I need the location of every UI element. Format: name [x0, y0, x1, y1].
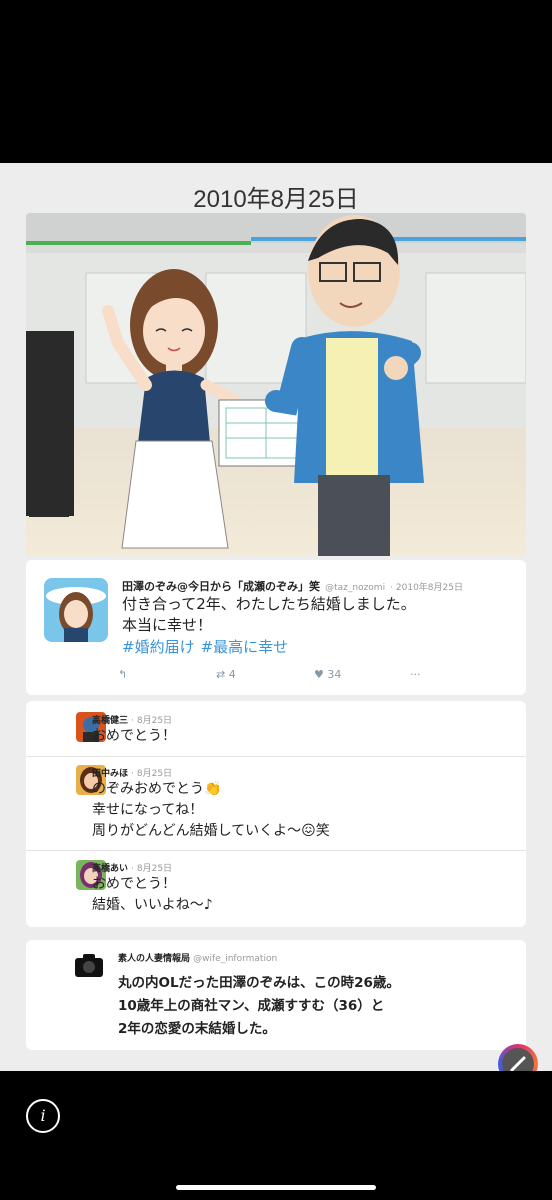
story-page: 2010年8月25日 田澤のぞみ@今日から「成瀬のぞみ」笑 @taz_nozom…: [0, 163, 552, 1071]
reply-date: · 8月25日: [131, 864, 173, 874]
tweet-actions: ↰ ⇄ 4 ♥ 34 ···: [118, 668, 421, 688]
home-indicator[interactable]: [176, 1185, 376, 1190]
info-name[interactable]: 素人の人妻情報局: [118, 954, 190, 964]
info-card: 素人の人妻情報局 @wife_information 丸の内OLだった田澤のぞみ…: [26, 940, 526, 1050]
reply-header: 高橋健三 · 8月25日: [92, 713, 172, 726]
tweet-text-line: 本当に幸せ！: [122, 616, 213, 634]
tweet-card[interactable]: 田澤のぞみ@今日から「成瀬のぞみ」笑 @taz_nozomi · 2010年8月…: [26, 560, 526, 695]
like-button[interactable]: ♥ 34: [314, 668, 341, 681]
reply-line: 結婚、いいよね〜♪: [92, 897, 213, 913]
hashtag-link[interactable]: #婚約届け: [122, 638, 195, 656]
reply-name[interactable]: 田中みほ: [92, 769, 128, 779]
more-icon[interactable]: ···: [410, 668, 421, 681]
reply-name[interactable]: 高橋あい: [92, 864, 128, 874]
info-line: 2年の恋愛の末結婚した。: [118, 1021, 276, 1037]
heart-icon: ♥: [314, 668, 324, 681]
tweet-avatar[interactable]: [44, 578, 108, 642]
reply-line: 幸せになってね！: [92, 802, 204, 818]
divider: [26, 850, 526, 851]
retweet-count: 4: [228, 668, 236, 681]
tweet-text-line: 付き合って2年、わたしたち結婚しました。: [122, 595, 416, 613]
retweet-button[interactable]: ⇄ 4: [216, 668, 236, 681]
wedding-illustration: [26, 213, 526, 556]
reply-name[interactable]: 高橋健三: [92, 716, 128, 726]
reply-header: 田中みほ · 8月25日: [92, 766, 172, 779]
info-line: 丸の内OLだった田澤のぞみは、この時26歳。: [118, 975, 400, 991]
retweet-icon: ⇄: [216, 668, 226, 681]
like-count: 34: [327, 668, 342, 681]
info-handle[interactable]: @wife_information: [193, 954, 277, 964]
reply-text: のぞみおめでとう👏 幸せになってね！ 周りがどんどん結婚していくよ〜😖笑: [92, 779, 330, 842]
hashtag-link[interactable]: #最高に幸せ: [201, 638, 289, 656]
reply-text: おめでとう！ 結婚、いいよね〜♪: [92, 874, 213, 916]
reply-line: 周りがどんどん結婚していくよ〜😖笑: [92, 823, 330, 839]
tweet-display-name[interactable]: 田澤のぞみ@今日から「成瀬のぞみ」笑: [122, 580, 320, 593]
tweet-header: 田澤のぞみ@今日から「成瀬のぞみ」笑 @taz_nozomi · 2010年8月…: [122, 575, 463, 594]
info-text: 丸の内OLだった田澤のぞみは、この時26歳。 10歳年上の商社マン、成瀬すすむ（…: [118, 972, 400, 1041]
info-line: 10歳年上の商社マン、成瀬すすむ（36）と: [118, 998, 385, 1014]
reply-date: · 8月25日: [131, 716, 173, 726]
tweet-text: 付き合って2年、わたしたち結婚しました。 本当に幸せ！: [122, 594, 416, 636]
date-title: 2010年8月25日: [193, 186, 359, 213]
info-icon[interactable]: i: [26, 1099, 60, 1133]
divider: [26, 756, 526, 757]
bottom-bar: i: [0, 1071, 552, 1200]
tweet-date: · 2010年8月25日: [390, 583, 463, 593]
reply-line: のぞみおめでとう👏: [92, 781, 222, 797]
camera-icon[interactable]: [74, 950, 104, 980]
info-header: 素人の人妻情報局 @wife_information: [118, 951, 277, 964]
top-black-bar: [0, 0, 552, 163]
reply-line: おめでとう！: [92, 728, 176, 744]
tweet-hashtags: #婚約届け #最高に幸せ: [122, 636, 294, 657]
reply-header: 高橋あい · 8月25日: [92, 861, 172, 874]
reply-date: · 8月25日: [131, 769, 173, 779]
reply-line: おめでとう！: [92, 876, 176, 892]
reply-icon[interactable]: ↰: [118, 668, 127, 681]
tweet-handle[interactable]: @taz_nozomi: [325, 583, 385, 593]
reply-text: おめでとう！: [92, 726, 176, 747]
